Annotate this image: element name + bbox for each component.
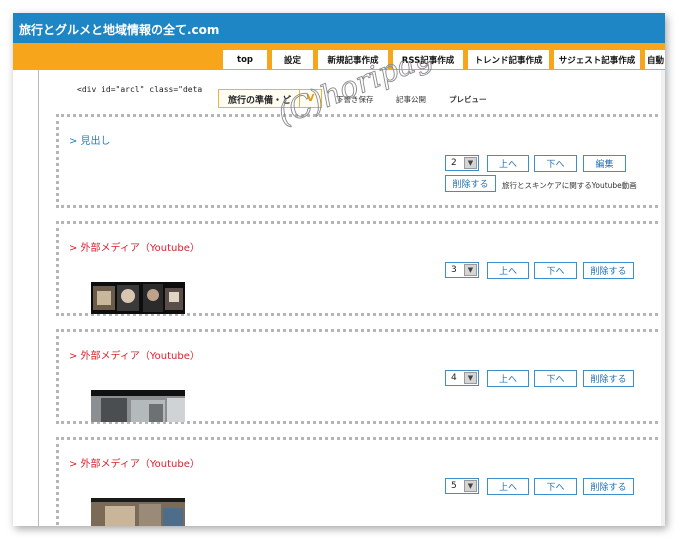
nav-top-button[interactable]: top bbox=[223, 50, 267, 69]
delete-button[interactable]: 削除する bbox=[445, 175, 496, 192]
order-select[interactable]: 5 ▼ bbox=[445, 478, 479, 494]
chevron-down-icon[interactable]: ▼ bbox=[464, 264, 477, 276]
app-window: 旅行とグルメと地域情報の全て.com top 設定 新規記事作成 RSS記事作成… bbox=[13, 13, 665, 526]
template-select-value: 旅行の準備・ど bbox=[228, 96, 292, 106]
draft-save-link[interactable]: 下書き保存 bbox=[336, 94, 374, 105]
template-select[interactable]: 旅行の準備・ど V bbox=[218, 89, 322, 108]
move-down-button[interactable]: 下へ bbox=[534, 155, 577, 172]
chevron-down-icon[interactable]: ▼ bbox=[464, 372, 477, 384]
code-snippet: <div id="arcl" class="deta bbox=[77, 85, 203, 94]
delete-button[interactable]: 削除する bbox=[583, 262, 634, 279]
block-type-label: > 外部メディア（Youtube） bbox=[69, 459, 200, 470]
move-up-button[interactable]: 上へ bbox=[487, 370, 529, 387]
nav-new-article-button[interactable]: 新規記事作成 bbox=[318, 50, 388, 69]
scrollbar[interactable] bbox=[661, 70, 665, 526]
site-title[interactable]: 旅行とグルメと地域情報の全て.com bbox=[19, 23, 219, 37]
delete-button[interactable]: 削除する bbox=[583, 370, 634, 387]
site-header: 旅行とグルメと地域情報の全て.com bbox=[13, 13, 665, 43]
move-up-button[interactable]: 上へ bbox=[487, 262, 529, 279]
publish-link[interactable]: 記事公開 bbox=[396, 94, 426, 105]
order-select[interactable]: 4 ▼ bbox=[445, 370, 479, 386]
content-block-media: > 外部メディア（Youtube） 3 ▼ 上へ 下へ 削除する bbox=[56, 221, 665, 316]
chevron-down-icon[interactable]: V bbox=[299, 90, 321, 107]
nav-auto-button[interactable]: 自動 bbox=[645, 50, 665, 69]
order-value: 5 bbox=[451, 481, 457, 491]
delete-button[interactable]: 削除する bbox=[583, 478, 634, 495]
move-up-button[interactable]: 上へ bbox=[487, 478, 529, 495]
video-thumbnail[interactable] bbox=[91, 390, 185, 422]
content-block-media: > 外部メディア（Youtube） 5 ▼ 上へ 下へ 削除する bbox=[56, 437, 665, 526]
move-up-button[interactable]: 上へ bbox=[487, 155, 529, 172]
block-caption: 旅行とスキンケアに関するYoutube動画 bbox=[502, 181, 637, 190]
main-nav: top 設定 新規記事作成 RSS記事作成 トレンド記事作成 サジェスト記事作成… bbox=[13, 43, 665, 70]
content-block-media: > 外部メディア（Youtube） 4 ▼ 上へ 下へ 削除する bbox=[56, 329, 665, 424]
order-value: 4 bbox=[451, 373, 457, 383]
move-down-button[interactable]: 下へ bbox=[534, 262, 577, 279]
nav-rss-article-button[interactable]: RSS記事作成 bbox=[393, 50, 463, 69]
chevron-down-icon[interactable]: ▼ bbox=[464, 157, 477, 169]
order-value: 2 bbox=[451, 158, 457, 168]
nav-suggest-article-button[interactable]: サジェスト記事作成 bbox=[554, 50, 640, 69]
move-down-button[interactable]: 下へ bbox=[534, 370, 577, 387]
content-block-heading: > 見出し 2 ▼ 上へ 下へ 編集 削除する 旅行とスキンケアに関するYout… bbox=[56, 114, 665, 208]
nav-settings-button[interactable]: 設定 bbox=[272, 50, 313, 69]
order-value: 3 bbox=[451, 265, 457, 275]
order-select[interactable]: 3 ▼ bbox=[445, 262, 479, 278]
move-down-button[interactable]: 下へ bbox=[534, 478, 577, 495]
chevron-down-icon[interactable]: ▼ bbox=[464, 480, 477, 492]
preview-link[interactable]: プレビュー bbox=[449, 94, 487, 105]
block-type-label: > 見出し bbox=[69, 136, 111, 147]
block-type-label: > 外部メディア（Youtube） bbox=[69, 243, 200, 254]
editor-area: <div id="arcl" class="deta 旅行の準備・ど V 下書き… bbox=[38, 70, 665, 526]
edit-button[interactable]: 編集 bbox=[583, 155, 626, 172]
video-thumbnail[interactable] bbox=[91, 282, 185, 314]
block-type-label: > 外部メディア（Youtube） bbox=[69, 351, 200, 362]
video-thumbnail[interactable] bbox=[91, 498, 185, 526]
nav-trend-article-button[interactable]: トレンド記事作成 bbox=[468, 50, 549, 69]
order-select[interactable]: 2 ▼ bbox=[445, 155, 479, 171]
